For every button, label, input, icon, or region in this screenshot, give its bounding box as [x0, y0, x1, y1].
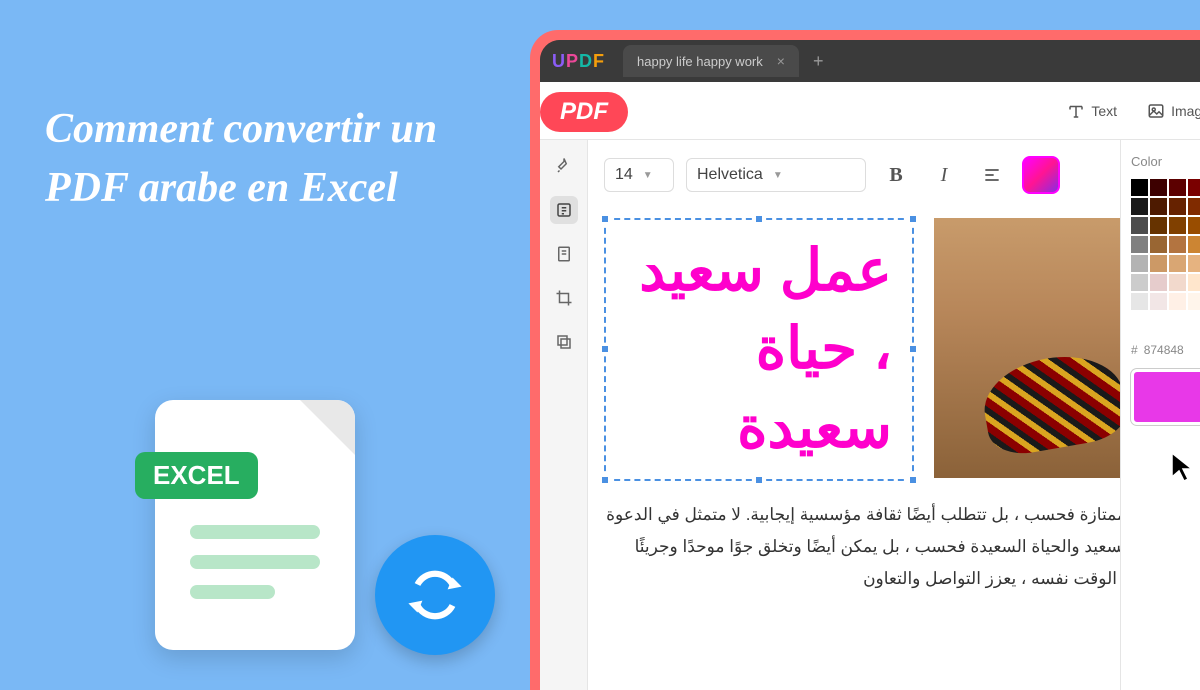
hex-value[interactable]: 874848	[1144, 343, 1184, 357]
document-icon: EXCEL	[155, 400, 355, 650]
color-swatch[interactable]	[1188, 293, 1200, 310]
resize-handle[interactable]	[600, 344, 610, 354]
format-bar: 14 ▼ Helvetica ▼ B I	[604, 156, 1200, 194]
color-swatch[interactable]	[1150, 293, 1167, 310]
bold-button[interactable]: B	[878, 157, 914, 193]
text-color-button[interactable]	[1022, 156, 1060, 194]
close-tab-icon[interactable]: ×	[777, 53, 785, 69]
color-swatch[interactable]	[1169, 236, 1186, 253]
color-swatch[interactable]	[1188, 274, 1200, 291]
titlebar: UPDF happy life happy work × +	[540, 40, 1200, 82]
resize-handle[interactable]	[908, 214, 918, 224]
document-image[interactable]	[934, 218, 1134, 478]
document-tab[interactable]: happy life happy work ×	[623, 45, 799, 77]
excel-badge: EXCEL	[135, 452, 258, 499]
app-logo: UPDF	[552, 51, 605, 72]
arabic-heading-text[interactable]: عمل سعيد ، حياة سعيدة	[626, 232, 892, 467]
font-size-select[interactable]: 14 ▼	[604, 158, 674, 192]
color-swatch[interactable]	[1150, 179, 1167, 196]
color-swatch[interactable]	[1188, 236, 1200, 253]
color-swatch[interactable]	[1131, 255, 1148, 272]
color-swatch[interactable]	[1169, 179, 1186, 196]
color-swatch[interactable]	[1188, 198, 1200, 215]
color-swatch[interactable]	[1169, 274, 1186, 291]
tab-title: happy life happy work	[637, 54, 763, 69]
color-swatch[interactable]	[1131, 198, 1148, 215]
resize-handle[interactable]	[600, 475, 610, 485]
color-swatch[interactable]	[1188, 255, 1200, 272]
color-swatch[interactable]	[1169, 198, 1186, 215]
resize-handle[interactable]	[600, 214, 610, 224]
app-window: UPDF happy life happy work × + Text Imag…	[540, 40, 1200, 690]
color-swatch[interactable]	[1131, 312, 1148, 329]
body-paragraph: إدارة فريق ممتازة فحسب ، بل تتطلب أيضًا …	[604, 499, 1200, 596]
convert-icon	[375, 535, 495, 655]
color-swatch[interactable]	[1169, 293, 1186, 310]
color-swatch[interactable]	[1131, 293, 1148, 310]
caret-down-icon: ▼	[773, 170, 783, 181]
color-swatch[interactable]	[1131, 217, 1148, 234]
editor-area: 14 ▼ Helvetica ▼ B I	[588, 140, 1200, 690]
color-swatch[interactable]	[1150, 198, 1167, 215]
resize-handle[interactable]	[754, 475, 764, 485]
page-heading: Comment convertir un PDF arabe en Excel	[45, 100, 485, 218]
hex-input-row[interactable]: # 874848	[1131, 343, 1200, 357]
italic-button[interactable]: I	[926, 157, 962, 193]
image-tool-button[interactable]: Image	[1147, 102, 1200, 120]
layers-icon[interactable]	[550, 328, 578, 356]
color-swatch[interactable]	[1150, 255, 1167, 272]
color-swatch[interactable]	[1131, 179, 1148, 196]
current-color-preview[interactable]	[1131, 369, 1200, 425]
color-swatch[interactable]	[1169, 217, 1186, 234]
page-icon[interactable]	[550, 240, 578, 268]
color-swatch[interactable]	[1169, 312, 1186, 329]
color-panel: Color # 874848	[1120, 140, 1200, 690]
edit-text-icon[interactable]	[550, 196, 578, 224]
color-swatch[interactable]	[1150, 217, 1167, 234]
color-panel-title: Color	[1131, 154, 1200, 169]
text-tool-button[interactable]: Text	[1067, 102, 1117, 120]
caret-down-icon: ▼	[643, 170, 653, 181]
highlighter-icon[interactable]	[550, 152, 578, 180]
resize-handle[interactable]	[908, 475, 918, 485]
top-toolbar: Text Image	[540, 82, 1200, 140]
cursor-icon	[1170, 451, 1198, 490]
color-swatch[interactable]	[1150, 236, 1167, 253]
resize-handle[interactable]	[754, 214, 764, 224]
crop-icon[interactable]	[550, 284, 578, 312]
align-button[interactable]	[974, 157, 1010, 193]
selected-text-box[interactable]: عمل سعيد ، حياة سعيدة	[604, 218, 914, 481]
color-swatch[interactable]	[1188, 179, 1200, 196]
app-frame: UPDF happy life happy work × + Text Imag…	[530, 30, 1200, 690]
color-swatch[interactable]	[1150, 312, 1167, 329]
color-swatch[interactable]	[1131, 236, 1148, 253]
font-family-select[interactable]: Helvetica ▼	[686, 158, 866, 192]
color-swatch[interactable]	[1169, 255, 1186, 272]
color-swatch[interactable]	[1150, 274, 1167, 291]
color-swatches	[1131, 179, 1200, 329]
color-swatch[interactable]	[1131, 274, 1148, 291]
color-swatch[interactable]	[1188, 312, 1200, 329]
pdf-badge: PDF	[540, 92, 628, 132]
color-swatch[interactable]	[1188, 217, 1200, 234]
add-tab-button[interactable]: +	[813, 51, 824, 72]
left-toolbar	[540, 140, 588, 690]
resize-handle[interactable]	[908, 344, 918, 354]
